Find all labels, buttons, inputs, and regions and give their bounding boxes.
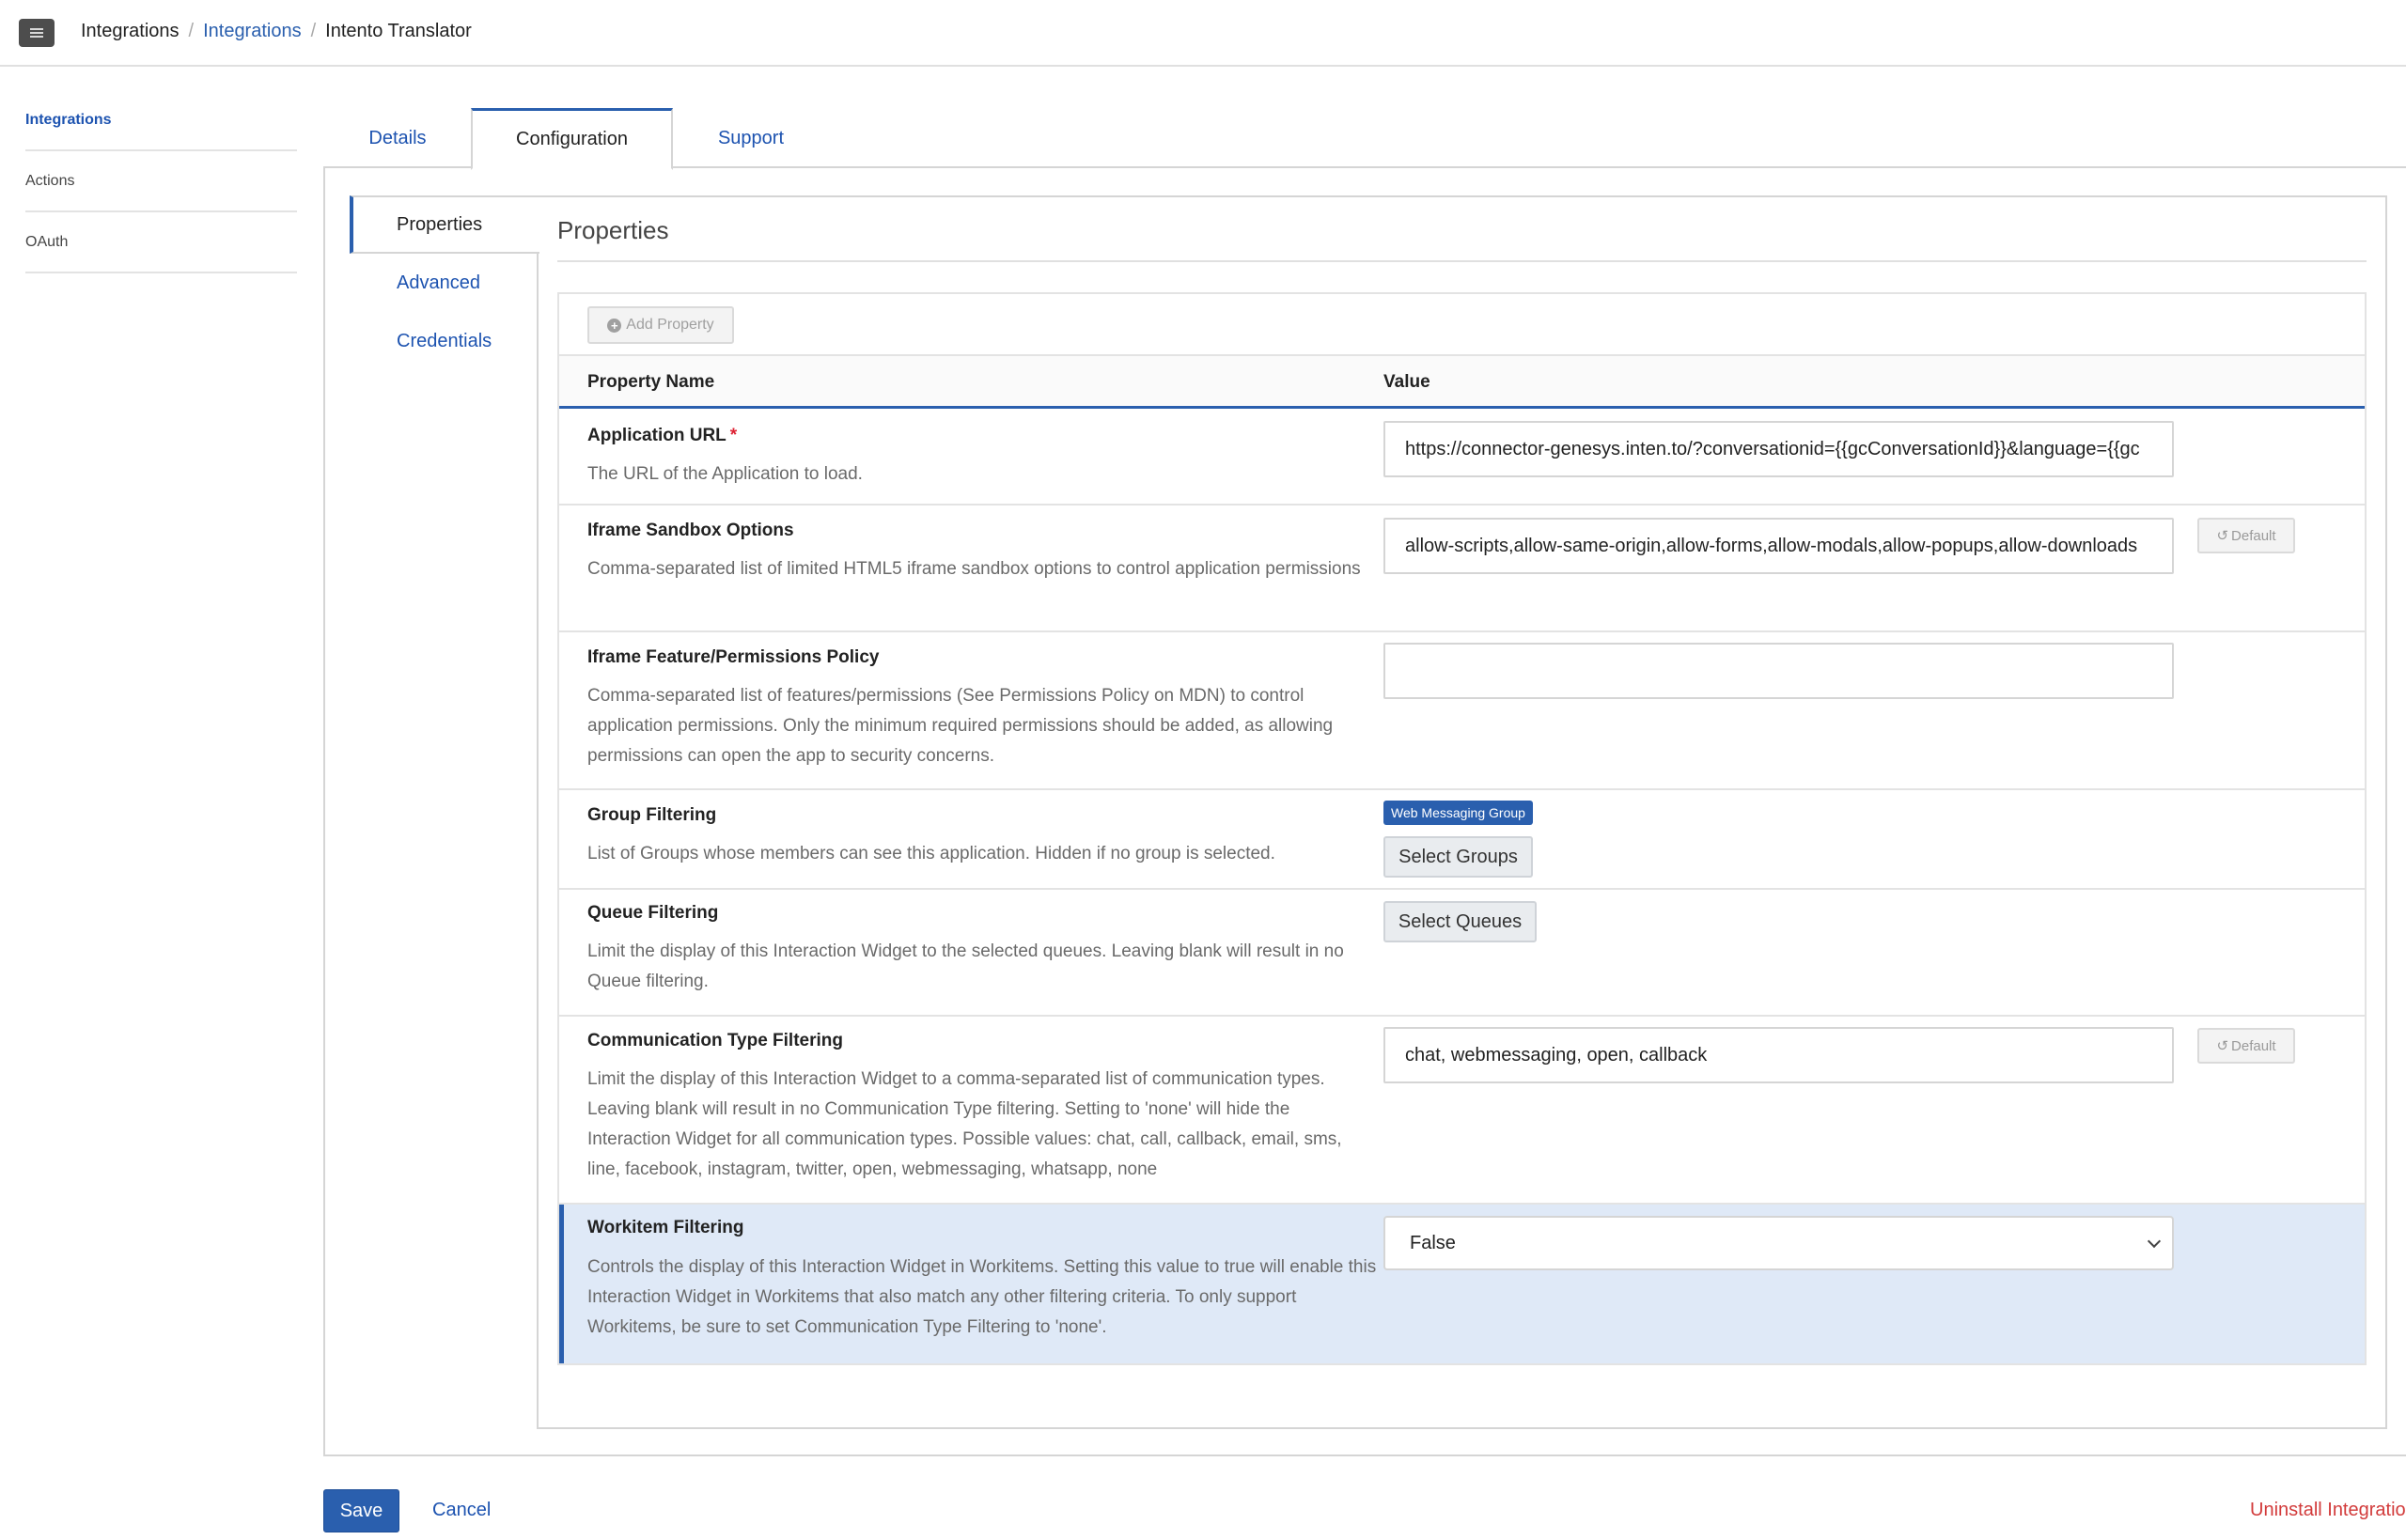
plus-circle-icon: + bbox=[607, 318, 622, 333]
iframe-sandbox-input[interactable]: allow-scripts,allow-same-origin,allow-fo… bbox=[1383, 518, 2174, 574]
section-title: Properties bbox=[557, 216, 669, 244]
hamburger-icon bbox=[30, 28, 43, 38]
header-value: Value bbox=[1383, 372, 1430, 392]
cancel-link[interactable]: Cancel bbox=[432, 1500, 491, 1521]
property-row-workitem-filtering: Workitem Filtering Controls the display … bbox=[559, 1205, 2365, 1363]
property-row-application-url: Application URL * The URL of the Applicat… bbox=[559, 409, 2365, 506]
uninstall-integration-link[interactable]: Uninstall Integration bbox=[2250, 1500, 2406, 1521]
property-name: Iframe Sandbox Options bbox=[587, 521, 794, 540]
property-name: Communication Type Filtering bbox=[587, 1031, 843, 1050]
property-description: Limit the display of this Interaction Wi… bbox=[587, 941, 1344, 991]
breadcrumb-integrations-link[interactable]: Integrations bbox=[203, 21, 302, 42]
property-name: Workitem Filtering bbox=[587, 1218, 744, 1237]
default-label: Default bbox=[2231, 1037, 2276, 1054]
property-description: Controls the display of this Interaction… bbox=[587, 1257, 1377, 1337]
comm-type-default-button[interactable]: ↺ Default bbox=[2197, 1028, 2295, 1064]
sidebar: Integrations Actions OAuth bbox=[25, 90, 297, 273]
save-button[interactable]: Save bbox=[323, 1489, 399, 1532]
reset-icon: ↺ bbox=[2216, 528, 2229, 544]
subnav-properties[interactable]: Properties bbox=[350, 195, 539, 254]
menu-toggle-button[interactable] bbox=[19, 19, 55, 47]
config-subnav: Properties Advanced Credentials bbox=[350, 195, 539, 370]
tab-details[interactable]: Details bbox=[323, 108, 472, 168]
select-value: False bbox=[1410, 1232, 1456, 1253]
workitem-filtering-select[interactable]: False bbox=[1383, 1216, 2174, 1270]
top-bar: Integrations / Integrations / Intento Tr… bbox=[0, 0, 2406, 67]
property-row-feature-policy: Iframe Feature/Permissions Policy Comma-… bbox=[559, 632, 2365, 790]
sandbox-default-button[interactable]: ↺ Default bbox=[2197, 518, 2295, 553]
sidebar-item-oauth[interactable]: OAuth bbox=[25, 212, 297, 273]
property-description: List of Groups whose members can see thi… bbox=[587, 844, 1275, 863]
application-url-input[interactable]: https://connector-genesys.inten.to/?conv… bbox=[1383, 421, 2174, 477]
header-property-name: Property Name bbox=[587, 372, 715, 392]
subnav-advanced[interactable]: Advanced bbox=[350, 254, 538, 312]
chevron-down-icon bbox=[2147, 1234, 2162, 1249]
breadcrumb-root: Integrations bbox=[81, 21, 180, 41]
tab-configuration[interactable]: Configuration bbox=[471, 108, 673, 170]
default-label: Default bbox=[2231, 527, 2276, 544]
add-property-label: Add Property bbox=[626, 317, 714, 333]
reset-icon: ↺ bbox=[2216, 1038, 2229, 1054]
property-name: Group Filtering bbox=[587, 805, 717, 825]
subnav-credentials[interactable]: Credentials bbox=[350, 312, 538, 370]
communication-type-input[interactable]: chat, webmessaging, open, callback bbox=[1383, 1027, 2174, 1083]
property-row-queue-filtering: Queue Filtering Limit the display of thi… bbox=[559, 890, 2365, 1017]
breadcrumb-separator: / bbox=[188, 21, 195, 41]
table-header: Property Name Value bbox=[559, 356, 2365, 409]
sidebar-item-actions[interactable]: Actions bbox=[25, 151, 297, 212]
select-groups-button[interactable]: Select Groups bbox=[1383, 836, 1533, 878]
property-name: Application URL * bbox=[587, 426, 737, 446]
property-row-iframe-sandbox: Iframe Sandbox Options Comma-separated l… bbox=[559, 506, 2365, 632]
sidebar-item-integrations[interactable]: Integrations bbox=[25, 90, 297, 151]
property-description: The URL of the Application to load. bbox=[587, 464, 863, 484]
breadcrumb-separator: / bbox=[310, 21, 317, 41]
property-description: Comma-separated list of features/permiss… bbox=[587, 686, 1334, 766]
tab-support[interactable]: Support bbox=[673, 108, 829, 168]
group-tag[interactable]: Web Messaging Group bbox=[1383, 801, 1533, 825]
select-queues-button[interactable]: Select Queues bbox=[1383, 901, 1537, 942]
properties-table: + Add Property Property Name Value Appli… bbox=[557, 292, 2367, 1365]
feature-policy-input[interactable] bbox=[1383, 643, 2174, 699]
property-name: Queue Filtering bbox=[587, 903, 719, 923]
property-row-communication-type: Communication Type Filtering Limit the d… bbox=[559, 1017, 2365, 1205]
breadcrumb: Integrations / Integrations / Intento Tr… bbox=[81, 21, 472, 42]
properties-toolbar: + Add Property bbox=[559, 294, 2365, 356]
main-tabs: Details Configuration Support bbox=[323, 108, 2406, 170]
add-property-button[interactable]: + Add Property bbox=[587, 306, 734, 344]
required-marker: * bbox=[729, 426, 738, 445]
property-description: Limit the display of this Interaction Wi… bbox=[587, 1069, 1342, 1179]
property-name-text: Application URL bbox=[587, 426, 726, 445]
title-divider bbox=[557, 260, 2367, 262]
property-description: Comma-separated list of limited HTML5 if… bbox=[587, 559, 1361, 579]
property-name: Iframe Feature/Permissions Policy bbox=[587, 647, 880, 667]
breadcrumb-current: Intento Translator bbox=[325, 21, 472, 41]
property-row-group-filtering: Group Filtering List of Groups whose mem… bbox=[559, 790, 2365, 890]
